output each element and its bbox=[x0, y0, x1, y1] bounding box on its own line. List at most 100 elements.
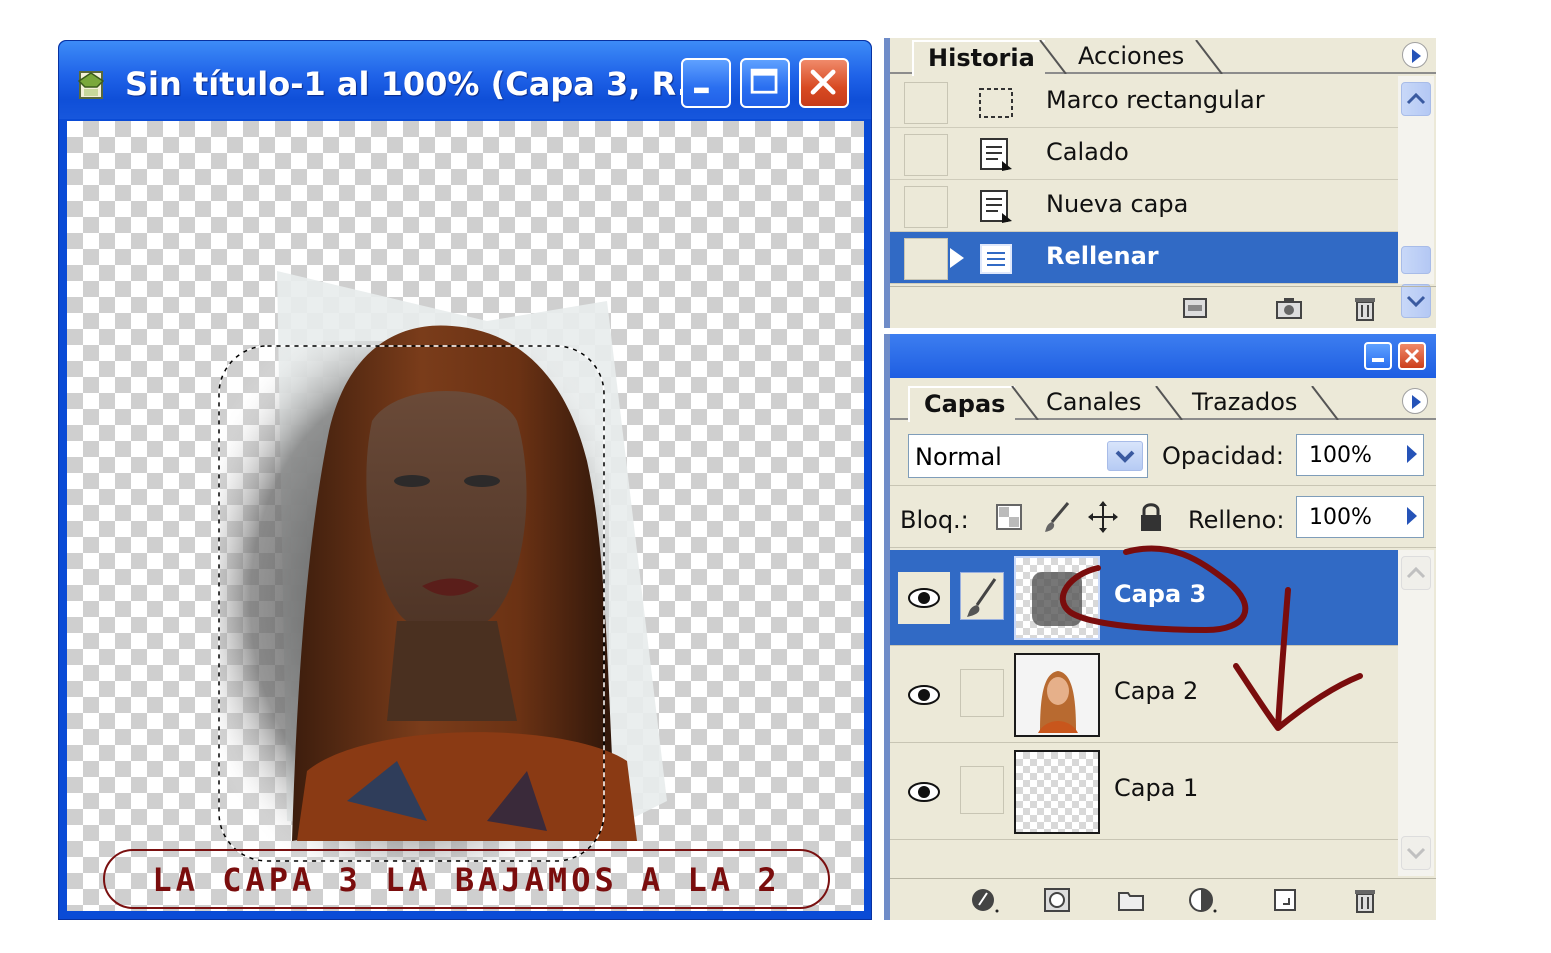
history-scrollbar[interactable] bbox=[1398, 76, 1434, 318]
chevron-down-icon bbox=[1406, 847, 1426, 860]
history-item-label: Marco rectangular bbox=[1046, 86, 1265, 114]
eye-visibility-icon[interactable] bbox=[896, 667, 952, 723]
layer-thumbnail[interactable] bbox=[1014, 750, 1100, 834]
dropdown-button[interactable] bbox=[1107, 441, 1143, 471]
snapshot-source-box[interactable] bbox=[904, 238, 948, 280]
layers-tabs: Capas Canales Trazados bbox=[890, 384, 1436, 422]
history-footer bbox=[890, 286, 1436, 328]
new-document-from-state-icon[interactable] bbox=[1180, 293, 1210, 323]
scroll-up-button[interactable] bbox=[1401, 82, 1431, 116]
layer-thumbnail[interactable] bbox=[1014, 556, 1100, 640]
lock-transparency-icon[interactable] bbox=[994, 500, 1024, 534]
layer-style-fx-icon[interactable] bbox=[970, 885, 1000, 915]
layer-name: Capa 3 bbox=[1114, 580, 1207, 608]
panel-menu-button[interactable] bbox=[1402, 388, 1428, 414]
opacity-label: Opacidad: bbox=[1162, 442, 1284, 470]
adjustment-layer-icon[interactable] bbox=[1188, 885, 1218, 915]
panel-close-button[interactable] bbox=[1398, 342, 1426, 370]
opacity-input[interactable]: 100% bbox=[1296, 434, 1424, 476]
layer-link-cell[interactable] bbox=[960, 572, 1004, 620]
layer-thumbnail-shape bbox=[1032, 572, 1082, 626]
layer-mask-icon[interactable] bbox=[1042, 885, 1072, 915]
document-titlebar[interactable]: Sin título-1 al 100% (Capa 3, R... bbox=[59, 41, 871, 119]
blend-mode-value: Normal bbox=[915, 443, 1002, 471]
photoshop-document-icon bbox=[77, 71, 105, 99]
layer-link-cell[interactable] bbox=[960, 669, 1004, 717]
close-button[interactable] bbox=[799, 58, 849, 108]
lock-all-padlock-icon[interactable] bbox=[1136, 500, 1166, 534]
layers-scrollbar[interactable] bbox=[1398, 550, 1434, 876]
history-item[interactable]: Nueva capa bbox=[890, 180, 1398, 232]
maximize-button[interactable] bbox=[740, 58, 790, 108]
portrait-image bbox=[218, 271, 667, 862]
layer-thumbnail[interactable] bbox=[1014, 653, 1100, 737]
marquee-icon bbox=[979, 88, 1013, 118]
snapshot-camera-icon[interactable] bbox=[1274, 293, 1304, 323]
eye-visibility-icon[interactable] bbox=[896, 764, 952, 820]
tab-historia[interactable]: Historia bbox=[912, 40, 1045, 76]
eye-visibility-icon[interactable] bbox=[896, 570, 952, 626]
history-state-icon bbox=[980, 190, 1012, 223]
history-tabs: Historia Acciones bbox=[890, 38, 1436, 76]
panel-minimize-button[interactable] bbox=[1364, 342, 1392, 370]
tab-separator-icon bbox=[1311, 386, 1339, 420]
history-item-selected[interactable]: Rellenar bbox=[890, 232, 1398, 284]
panel-menu-button[interactable] bbox=[1402, 42, 1428, 68]
layer-link-cell[interactable] bbox=[960, 766, 1004, 814]
tab-label: Canales bbox=[1046, 388, 1142, 416]
history-item[interactable]: Marco rectangular bbox=[890, 76, 1398, 128]
history-item-label: Nueva capa bbox=[1046, 190, 1189, 218]
layers-panel: Capas Canales Trazados Normal Opacidad: … bbox=[884, 334, 1436, 920]
lock-position-move-icon[interactable] bbox=[1088, 500, 1118, 534]
tab-label: Acciones bbox=[1078, 42, 1185, 70]
fill-input[interactable]: 100% bbox=[1296, 496, 1424, 538]
scroll-down-button[interactable] bbox=[1401, 836, 1431, 870]
snapshot-source-box[interactable] bbox=[904, 134, 948, 176]
layer-row-capa-1[interactable]: Capa 1 bbox=[890, 744, 1398, 840]
image-canvas[interactable]: LA CAPA 3 LA BAJAMOS A LA 2 bbox=[67, 121, 864, 911]
history-item[interactable]: Calado bbox=[890, 128, 1398, 180]
chevron-up-icon bbox=[1406, 566, 1426, 579]
tab-canales[interactable]: Canales bbox=[1032, 386, 1151, 420]
history-state-icon bbox=[980, 138, 1012, 171]
scroll-up-button[interactable] bbox=[1401, 556, 1431, 590]
slider-arrow-icon[interactable] bbox=[1407, 507, 1417, 525]
history-state-marker-icon bbox=[950, 248, 964, 268]
minimize-icon bbox=[1372, 358, 1384, 362]
tab-capas[interactable]: Capas bbox=[908, 386, 1016, 422]
tab-trazados[interactable]: Trazados bbox=[1178, 386, 1307, 420]
document-window: Sin título-1 al 100% (Capa 3, R... LA CA… bbox=[58, 40, 872, 920]
menu-arrow-icon bbox=[1412, 395, 1421, 409]
history-state-icon bbox=[980, 244, 1012, 274]
snapshot-source-box[interactable] bbox=[904, 82, 948, 124]
paintbrush-icon bbox=[967, 578, 997, 617]
fill-label: Relleno: bbox=[1188, 506, 1285, 534]
chevron-down-icon bbox=[1115, 450, 1135, 463]
layers-panel-titlebar[interactable] bbox=[890, 334, 1436, 378]
snapshot-source-box[interactable] bbox=[904, 186, 948, 228]
layer-row-capa-2[interactable]: Capa 2 bbox=[890, 647, 1398, 743]
history-item-label: Calado bbox=[1046, 138, 1129, 166]
trash-icon[interactable] bbox=[1350, 293, 1380, 323]
close-icon bbox=[810, 69, 836, 95]
history-item-label: Rellenar bbox=[1046, 242, 1159, 270]
minimize-button[interactable] bbox=[681, 58, 731, 108]
tab-acciones[interactable]: Acciones bbox=[1064, 40, 1194, 74]
new-group-folder-icon[interactable] bbox=[1116, 885, 1146, 915]
tab-separator-icon bbox=[1195, 40, 1223, 74]
layers-footer bbox=[890, 878, 1436, 920]
layer-row-capa-3[interactable]: Capa 3 bbox=[890, 550, 1398, 646]
scroll-thumb[interactable] bbox=[1401, 246, 1431, 274]
tab-label: Historia bbox=[928, 44, 1035, 72]
chevron-up-icon bbox=[1406, 92, 1426, 105]
fill-value: 100% bbox=[1309, 505, 1372, 530]
new-layer-icon[interactable] bbox=[1270, 885, 1300, 915]
blend-mode-select[interactable]: Normal bbox=[908, 434, 1148, 478]
trash-icon[interactable] bbox=[1350, 885, 1380, 915]
layer-name: Capa 1 bbox=[1114, 774, 1199, 802]
slider-arrow-icon[interactable] bbox=[1407, 445, 1417, 463]
tab-label: Capas bbox=[924, 390, 1006, 418]
lock-pixels-brush-icon[interactable] bbox=[1042, 500, 1072, 534]
maximize-icon bbox=[750, 68, 778, 94]
history-panel: Historia Acciones Marco rectangular Cala… bbox=[884, 38, 1436, 328]
